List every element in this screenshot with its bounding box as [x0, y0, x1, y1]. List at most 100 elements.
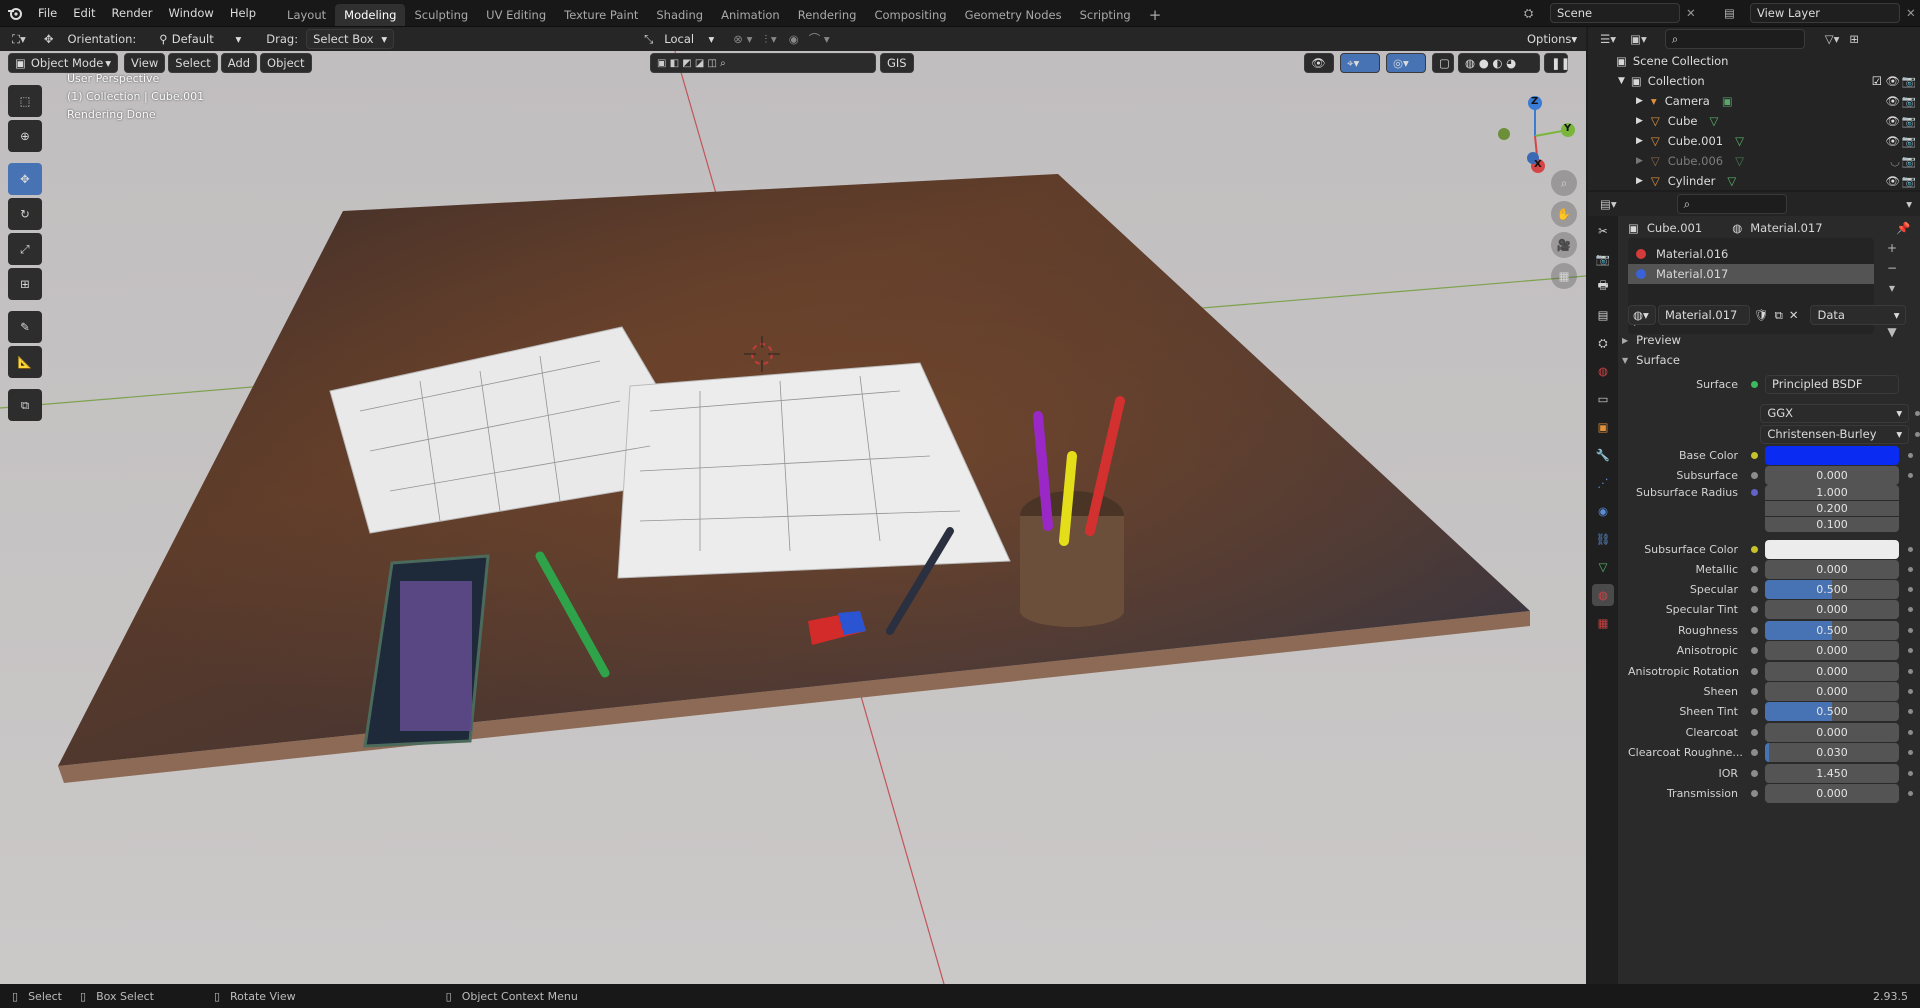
property-value-slider[interactable]: 0.000 — [1765, 559, 1899, 579]
select-box-tool-icon[interactable]: ⬚ — [8, 85, 42, 117]
property-value-slider[interactable]: 0.000 — [1765, 600, 1899, 620]
data-tab-icon[interactable]: ▽ — [1592, 556, 1614, 578]
add-workspace-icon[interactable]: + — [1140, 4, 1171, 26]
preview-panel-header[interactable]: ▶ Preview — [1622, 330, 1912, 350]
tab-texture-paint[interactable]: Texture Paint — [555, 4, 647, 26]
drag-dropdown[interactable]: Select Box ▾ — [306, 29, 395, 49]
outliner-search[interactable]: ⌕ — [1664, 29, 1805, 49]
snap-icon[interactable]: ⊗ ▾ — [733, 32, 752, 46]
properties-search[interactable]: ⌕ — [1676, 194, 1787, 214]
properties-options-icon[interactable]: ▾ — [1906, 197, 1912, 211]
keyframe-dot[interactable] — [1908, 546, 1913, 552]
measure-tool-icon[interactable]: 📐 — [8, 346, 42, 378]
navigation-gizmo[interactable]: Z Y X — [1490, 91, 1580, 181]
tab-animation[interactable]: Animation — [712, 4, 789, 26]
keyframe-dot[interactable] — [1908, 750, 1913, 756]
visibility-dropdown[interactable]: 👁 — [1304, 53, 1334, 73]
options-dropdown[interactable]: Options ▾ — [1520, 29, 1580, 49]
render-camera-icon[interactable]: 📷 — [1902, 174, 1916, 188]
tab-compositing[interactable]: Compositing — [865, 4, 955, 26]
tab-sculpting[interactable]: Sculpting — [405, 4, 477, 26]
keyframe-dot[interactable] — [1908, 770, 1913, 776]
collection-row[interactable]: ▼ ▣ Collection ☑ 👁 📷 — [1588, 71, 1920, 91]
keyframe-dot[interactable] — [1908, 452, 1913, 458]
material-tab-icon[interactable]: ◍ — [1592, 584, 1614, 606]
world-tab-icon[interactable]: ◍ — [1592, 360, 1614, 382]
menu-render[interactable]: Render — [104, 6, 161, 20]
tab-geometry-nodes[interactable]: Geometry Nodes — [956, 4, 1071, 26]
physics-tab-icon[interactable]: ◉ — [1592, 500, 1614, 522]
collection-checkbox[interactable]: ☑ — [1872, 74, 1882, 88]
keyframe-dot[interactable] — [1908, 566, 1913, 572]
keyframe-dot[interactable] — [1908, 627, 1913, 633]
new-collection-icon[interactable]: ⊞ — [1849, 32, 1859, 46]
falloff-icon[interactable]: ⌒ ▾ — [809, 31, 830, 47]
tool-tab-icon[interactable]: ✂ — [1592, 220, 1614, 242]
object-tab-icon[interactable]: ▣ — [1592, 416, 1614, 438]
expand-icon[interactable]: ▶ — [1636, 176, 1643, 186]
property-value-slider[interactable]: 0.500 — [1765, 579, 1899, 599]
keyframe-dot[interactable] — [1908, 729, 1913, 735]
keyframe-dot[interactable] — [1915, 410, 1920, 416]
render-camera-icon[interactable]: 📷 — [1902, 154, 1916, 168]
pivot-dropdown[interactable]: Local ▾ — [657, 29, 722, 49]
outliner-editor-icon[interactable]: ☰▾ — [1600, 32, 1616, 46]
gis-tools-group[interactable]: ▣ ◧ ◩ ◪ ◫ ⌕ — [650, 53, 876, 73]
render-camera-icon[interactable]: 📷 — [1902, 74, 1916, 88]
orientation-dropdown[interactable]: ⚲ Default ▾ — [152, 29, 249, 49]
tab-layout[interactable]: Layout — [278, 4, 335, 26]
material-slot-active[interactable]: Material.017 — [1628, 264, 1874, 284]
blender-logo-icon[interactable] — [0, 5, 30, 21]
property-value-slider[interactable]: 0.000 — [1765, 681, 1899, 701]
property-value-slider[interactable]: 0.500 — [1765, 702, 1899, 722]
properties-editor-icon[interactable]: ▤▾ — [1600, 197, 1617, 211]
keyframe-dot[interactable] — [1908, 688, 1913, 694]
keyframe-dot[interactable] — [1908, 472, 1913, 478]
gis-button[interactable]: GIS — [880, 53, 914, 73]
subsurface-method-dropdown[interactable]: Christensen-Burley ▾ — [1760, 424, 1910, 444]
property-value-slider[interactable]: 0.200 — [1765, 500, 1899, 516]
tab-rendering[interactable]: Rendering — [789, 4, 866, 26]
outliner-item-cube-006[interactable]: ▶ ▽ Cube.006 ▽ ◡ 📷 — [1588, 151, 1920, 171]
base-color-swatch[interactable] — [1765, 445, 1899, 465]
modifier-tab-icon[interactable]: 🔧 — [1592, 444, 1614, 466]
fake-user-icon[interactable]: 🛡 — [1754, 308, 1769, 322]
browse-material-icon[interactable]: ◍▾ — [1628, 305, 1656, 325]
material-name-field[interactable]: Material.017 — [1658, 305, 1750, 325]
surface-shader-field[interactable]: Principled BSDF — [1765, 374, 1899, 394]
keyframe-dot[interactable] — [1908, 586, 1913, 592]
close-scene-icon[interactable]: ✕ — [1686, 6, 1696, 20]
property-value-slider[interactable]: 0.000 — [1765, 783, 1899, 803]
visibility-eye-icon[interactable]: 👁 — [1885, 94, 1900, 108]
scene-field[interactable]: Scene — [1550, 3, 1680, 23]
tab-shading[interactable]: Shading — [647, 4, 712, 26]
keyframe-dot[interactable] — [1908, 668, 1913, 674]
visibility-eye-icon[interactable]: 👁 — [1885, 174, 1900, 188]
transform-tool-icon[interactable]: ⊞ — [8, 268, 42, 300]
expand-icon[interactable]: ▶ — [1636, 136, 1643, 146]
keyframe-dot[interactable] — [1908, 607, 1913, 613]
tab-scripting[interactable]: Scripting — [1071, 4, 1140, 26]
texture-tab-icon[interactable]: ▦ — [1592, 612, 1614, 634]
collection-tab-icon[interactable]: ▭ — [1592, 388, 1614, 410]
menu-window[interactable]: Window — [160, 6, 221, 20]
constraints-tab-icon[interactable]: ⛓ — [1592, 528, 1614, 550]
pan-hand-icon[interactable]: ✋ — [1551, 201, 1577, 227]
tab-uv-editing[interactable]: UV Editing — [477, 4, 555, 26]
property-value-slider[interactable]: 0.000 — [1765, 465, 1899, 485]
material-slot[interactable]: Material.016 — [1628, 244, 1874, 264]
keyframe-dot[interactable] — [1908, 709, 1913, 715]
render-camera-icon[interactable]: 📷 — [1902, 134, 1916, 148]
property-value-slider[interactable]: 0.100 — [1765, 516, 1899, 532]
view-layer-tab-icon[interactable]: ▤ — [1592, 304, 1614, 326]
visibility-eye-icon[interactable]: 👁 — [1885, 74, 1900, 88]
menu-edit[interactable]: Edit — [65, 6, 103, 20]
pin-icon[interactable]: 📌 — [1896, 221, 1910, 235]
overlay-toggle[interactable]: ◎▾ — [1386, 53, 1426, 73]
rotate-tool-icon[interactable]: ↻ — [8, 198, 42, 230]
proportional-edit-icon[interactable]: ◉ — [789, 32, 799, 46]
camera-view-icon[interactable]: 🎥 — [1551, 232, 1577, 258]
render-tab-icon[interactable]: 📷 — [1592, 248, 1614, 270]
visibility-eye-icon[interactable]: 👁 — [1885, 134, 1900, 148]
xray-toggle[interactable]: ▢ — [1432, 53, 1454, 73]
